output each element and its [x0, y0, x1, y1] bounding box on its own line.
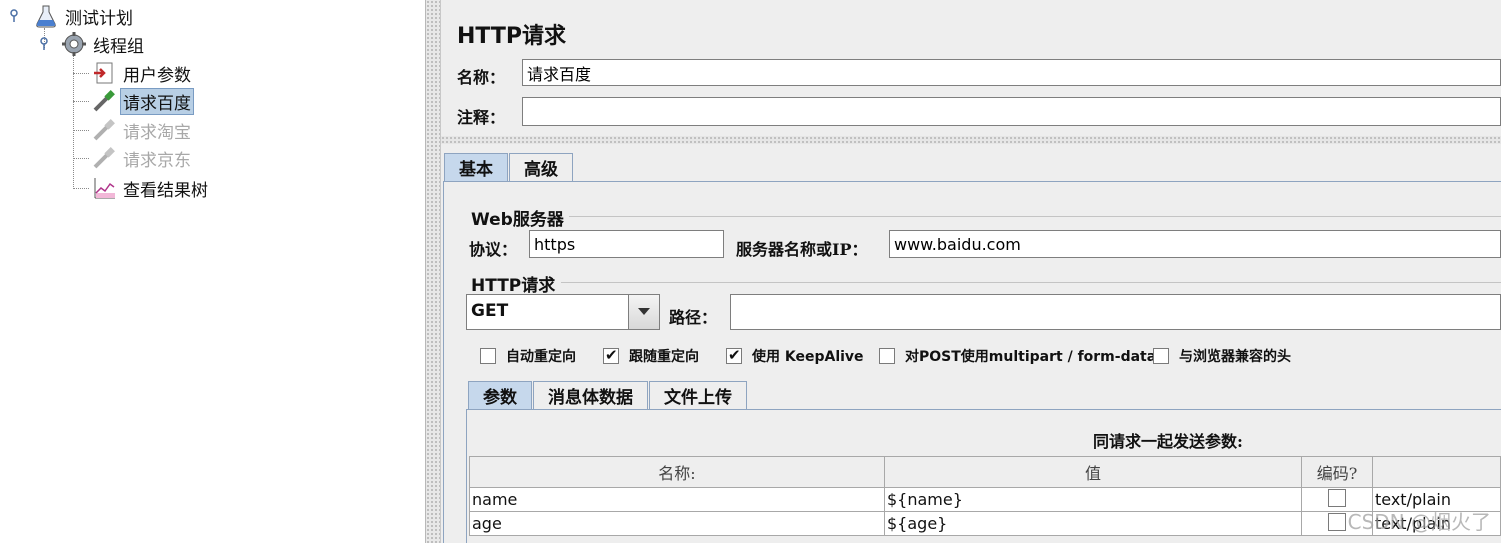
checkbox-label: 自动重定向 — [506, 349, 576, 365]
column-header-encode[interactable]: 编码? — [1301, 456, 1373, 488]
group-divider — [561, 282, 1501, 283]
http-request-panel: HTTP请求 名称： 注释： 基本 高级 Web服务器 协议： 服务器名称或IP… — [441, 0, 1501, 543]
params-caption: 同请求一起发送参数: — [1093, 432, 1243, 451]
tree-node-label: 请求京东 — [123, 150, 191, 171]
tree-node-request-baidu[interactable]: 请求百度 — [92, 87, 194, 115]
table-row[interactable]: age ${age} text/plain — [469, 511, 1501, 536]
tree-node-request-jd[interactable]: 请求京东 — [92, 146, 194, 171]
tree-node-label: 用户参数 — [123, 65, 191, 86]
checkbox-label: 使用 KeepAlive — [752, 349, 864, 365]
tree-node-label: 测试计划 — [65, 8, 133, 29]
checkbox-box[interactable] — [480, 348, 496, 364]
tree-connector — [73, 101, 89, 102]
tree-node-label: 查看结果树 — [123, 180, 208, 201]
protocol-label: 协议： — [469, 240, 518, 259]
param-value-cell[interactable]: ${name} — [884, 487, 1302, 512]
expand-handle-icon[interactable] — [8, 9, 20, 26]
http-request-group-title: HTTP请求 — [471, 276, 556, 296]
follow-redirect-checkbox[interactable]: 跟随重定向 — [603, 346, 699, 366]
keepalive-checkbox[interactable]: 使用 KeepAlive — [726, 346, 864, 366]
tree-node-user-params[interactable]: 用户参数 — [92, 61, 194, 86]
tree-node-view-results-tree[interactable]: 查看结果树 — [92, 176, 211, 201]
column-header-content-type[interactable] — [1372, 456, 1501, 488]
encode-checkbox[interactable] — [1328, 512, 1346, 531]
column-header-name[interactable]: 名称: — [469, 456, 885, 488]
server-field[interactable] — [889, 230, 1501, 258]
tree-connector — [73, 56, 74, 189]
chart-icon — [92, 176, 116, 200]
tree-node-label: 请求百度 — [120, 87, 194, 115]
main-tabbar: 基本 高级 — [444, 153, 574, 181]
tree-node-label: 线程组 — [93, 36, 144, 57]
method-value: GET — [471, 301, 509, 321]
tree-node-test-plan[interactable]: 测试计划 — [34, 4, 136, 29]
expand-handle-icon[interactable] — [38, 37, 50, 54]
checkbox-box[interactable] — [726, 346, 742, 364]
checkbox-box[interactable] — [603, 346, 619, 364]
server-label: 服务器名称或IP： — [736, 240, 868, 259]
tree-connector — [73, 158, 89, 159]
encode-checkbox[interactable] — [1328, 488, 1346, 507]
comment-label: 注释： — [457, 108, 506, 127]
name-field[interactable] — [522, 59, 1501, 86]
table-row[interactable]: name ${name} text/plain — [469, 487, 1501, 512]
multipart-checkbox[interactable]: 对POST使用multipart / form-data — [879, 346, 1156, 366]
param-name-cell[interactable]: age — [469, 511, 885, 536]
name-label: 名称： — [457, 68, 506, 87]
column-header-value[interactable]: 值 — [884, 456, 1302, 488]
watermark: CSDN @烟火了 — [1347, 510, 1491, 534]
protocol-field[interactable] — [529, 230, 724, 258]
checkbox-box[interactable] — [1153, 348, 1169, 364]
pipette-icon — [92, 146, 116, 170]
test-plan-icon — [34, 4, 58, 28]
vertical-splitter[interactable] — [426, 0, 441, 543]
gear-icon — [62, 32, 86, 56]
checkbox-label: 与浏览器兼容的头 — [1179, 349, 1291, 365]
checkbox-label: 跟随重定向 — [629, 349, 699, 365]
horizontal-splitter[interactable] — [441, 136, 1501, 144]
tree-connector — [73, 73, 89, 74]
checkbox-box[interactable] — [879, 348, 895, 364]
tree-node-thread-group[interactable]: 线程组 — [62, 32, 147, 57]
web-server-group-title: Web服务器 — [471, 210, 564, 230]
tree-node-label: 请求淘宝 — [123, 122, 191, 143]
path-field[interactable] — [730, 294, 1501, 330]
method-select[interactable]: GET — [466, 294, 660, 330]
auto-redirect-checkbox[interactable]: 自动重定向 — [480, 346, 576, 366]
tab-advanced[interactable]: 高级 — [509, 153, 573, 181]
param-name-cell[interactable]: name — [469, 487, 885, 512]
tab-file-upload[interactable]: 文件上传 — [649, 381, 747, 409]
test-plan-tree[interactable]: 测试计划 线程组 用户参数 请求百度 请求淘宝 请求京东 查看结果树 — [0, 0, 426, 543]
group-divider — [569, 216, 1501, 217]
browser-headers-checkbox[interactable]: 与浏览器兼容的头 — [1153, 346, 1291, 366]
user-params-icon — [92, 61, 116, 85]
checkbox-label: 对POST使用multipart / form-data — [905, 349, 1157, 365]
tab-basic[interactable]: 基本 — [444, 153, 508, 181]
comment-field[interactable] — [522, 97, 1501, 126]
tab-parameters[interactable]: 参数 — [468, 381, 532, 409]
pipette-icon — [92, 89, 116, 113]
page-title: HTTP请求 — [457, 24, 567, 49]
request-tabbar: 参数 消息体数据 文件上传 — [468, 381, 748, 409]
tree-connector — [73, 188, 89, 189]
param-value-cell[interactable]: ${age} — [884, 511, 1302, 536]
tab-body-data[interactable]: 消息体数据 — [533, 381, 648, 409]
parameters-table: 名称: 值 编码? name ${name} text/plain age ${… — [469, 456, 1501, 536]
chevron-down-icon[interactable] — [628, 295, 659, 329]
tree-connector — [73, 130, 89, 131]
tree-node-request-taobao[interactable]: 请求淘宝 — [92, 118, 194, 143]
pipette-icon — [92, 118, 116, 142]
path-label: 路径： — [669, 308, 718, 327]
